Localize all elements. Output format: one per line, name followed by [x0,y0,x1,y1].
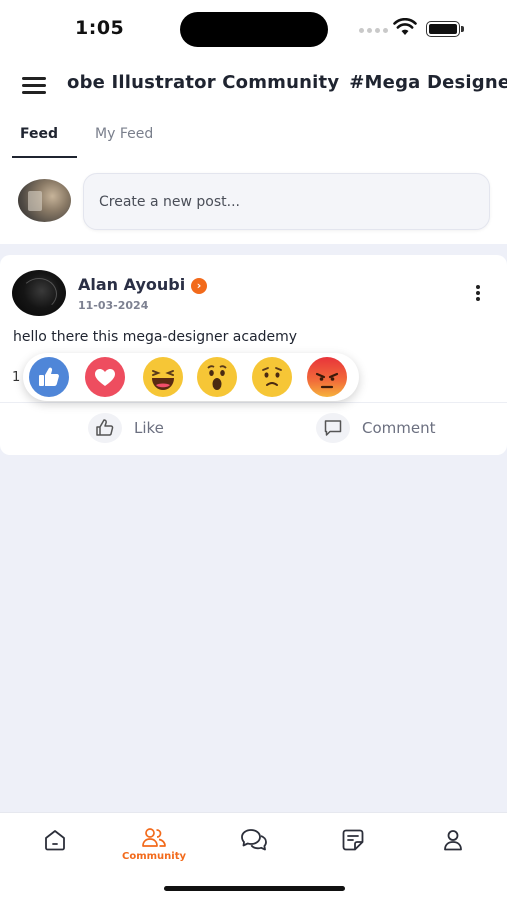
wifi-icon [393,18,417,35]
nav-home[interactable] [25,823,85,873]
status-bar: 1:05 [0,0,507,58]
thumbs-up-icon [96,419,114,436]
author-avatar[interactable] [12,270,66,316]
app-header: obe Illustrator Community #Mega Designer … [0,58,507,114]
nav-community-label: Community [121,851,186,862]
comment-icon [324,420,342,436]
status-time: 1:05 [75,17,125,39]
comment-label: Comment [362,419,436,437]
community-name: obe Illustrator Community [67,72,340,93]
menu-icon[interactable] [22,77,46,95]
like-reaction-icon[interactable] [29,357,69,397]
feed-tabs: Feed My Feed [0,114,507,158]
create-post-bar [0,158,507,244]
home-icon [45,830,65,851]
nav-profile[interactable] [423,823,483,873]
user-avatar[interactable] [18,179,71,222]
love-reaction-icon[interactable] [85,357,125,397]
post-date: 11-03-2024 [78,299,149,312]
community-hashtag: #Mega Designer . [349,72,507,93]
battery-icon [426,21,464,37]
chat-icon [241,829,267,851]
reaction-picker [23,353,359,401]
verified-badge-icon: › [191,278,207,294]
divider [0,402,507,403]
post-text: hello there this mega-designer academy [13,329,298,345]
nav-chat[interactable] [224,823,284,873]
tab-my-feed[interactable]: My Feed [95,126,153,142]
notes-icon [342,829,364,851]
profile-icon [444,830,462,851]
signal-icon [359,28,388,34]
nav-community[interactable]: Community [118,823,190,873]
community-title: obe Illustrator Community #Mega Designer … [67,72,507,93]
nav-notes[interactable] [323,823,383,873]
sad-reaction-icon[interactable] [252,357,292,397]
create-post-input[interactable] [83,173,490,230]
angry-reaction-icon[interactable] [307,357,347,397]
tab-feed[interactable]: Feed [20,126,58,142]
like-label: Like [134,419,164,437]
more-options-icon[interactable] [472,285,484,305]
wow-reaction-icon[interactable] [197,357,237,397]
dynamic-island [180,12,328,47]
haha-reaction-icon[interactable] [143,357,183,397]
home-indicator [164,886,345,891]
community-icon [142,828,166,847]
reaction-count[interactable]: 1 [12,370,20,385]
author-name[interactable]: Alan Ayoubi [78,275,185,294]
